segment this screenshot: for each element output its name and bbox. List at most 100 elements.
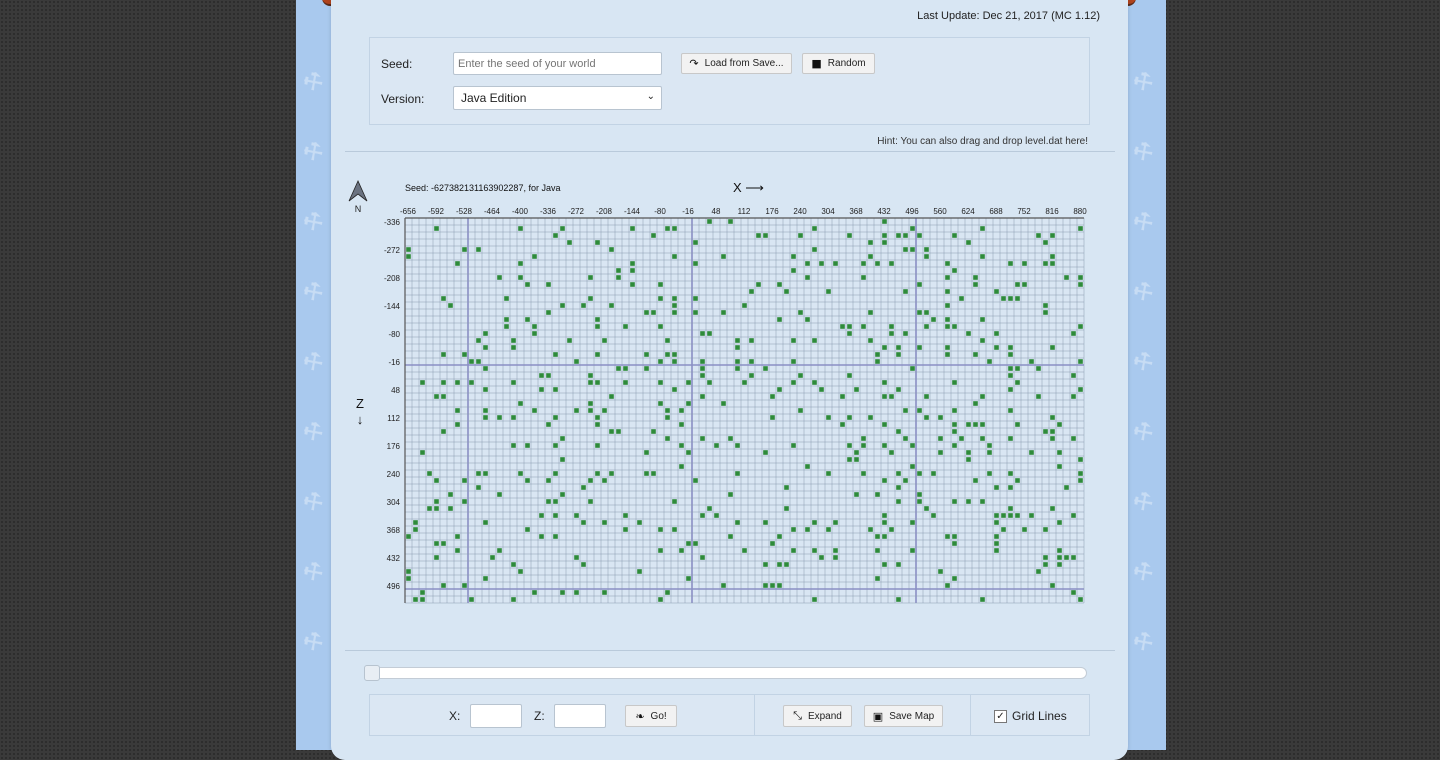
slime-chunk: [602, 478, 607, 483]
slime-chunk: [665, 436, 670, 441]
slime-chunk: [700, 359, 705, 364]
slime-chunk: [623, 366, 628, 371]
slime-chunk: [532, 331, 537, 336]
slime-chunk: [952, 499, 957, 504]
slime-chunk: [791, 338, 796, 343]
slime-chunk: [819, 261, 824, 266]
slime-chunk: [1036, 366, 1041, 371]
slime-chunk: [553, 443, 558, 448]
version-select[interactable]: Java Edition ⌄: [453, 86, 662, 110]
x-tick-label: -272: [568, 207, 585, 216]
slime-chunk: [840, 422, 845, 427]
slime-chunk: [903, 408, 908, 413]
slime-chunk: [406, 247, 411, 252]
save-map-button[interactable]: ▣ Save Map: [864, 705, 943, 727]
slime-chunk: [532, 254, 537, 259]
x-tick-label: -464: [484, 207, 501, 216]
grid-lines-checkbox[interactable]: ✓: [994, 709, 1007, 723]
slime-chunk: [1078, 387, 1083, 392]
slime-chunk: [875, 576, 880, 581]
slime-chunk: [574, 590, 579, 595]
slime-chunk: [588, 373, 593, 378]
zoom-slider-handle[interactable]: [364, 665, 380, 681]
slime-chunk: [847, 331, 852, 336]
slime-chunk: [945, 352, 950, 357]
z-tick-label: -208: [384, 274, 401, 283]
slime-chunk: [1001, 527, 1006, 532]
slime-chunk: [609, 247, 614, 252]
zoom-slider[interactable]: [370, 667, 1087, 679]
slime-chunk: [518, 471, 523, 476]
slime-chunk: [868, 254, 873, 259]
slime-chunk: [553, 513, 558, 518]
slime-chunk: [441, 394, 446, 399]
z-coord-input[interactable]: [554, 704, 606, 728]
slime-chunk: [623, 324, 628, 329]
seed-input[interactable]: [453, 52, 662, 75]
slime-chunk: [896, 233, 901, 238]
x-coord-input[interactable]: [470, 704, 522, 728]
slime-chunk: [875, 534, 880, 539]
slime-chunk: [588, 380, 593, 385]
z-tick-label: 176: [387, 442, 401, 451]
slime-chunk: [560, 436, 565, 441]
random-button[interactable]: ■ Random: [802, 53, 875, 74]
slime-chunk: [595, 324, 600, 329]
slime-chunk: [1078, 275, 1083, 280]
slime-chunk: [1029, 450, 1034, 455]
slime-chunk: [462, 352, 467, 357]
slime-chunk: [952, 443, 957, 448]
slime-chunk: [476, 485, 481, 490]
save-icon: ▣: [872, 709, 884, 723]
pickaxe-watermark-icon: ⚒: [298, 136, 330, 169]
slime-chunk: [595, 422, 600, 427]
load-from-save-button[interactable]: ↷ Load from Save...: [681, 53, 792, 74]
slime-chunk: [798, 408, 803, 413]
slime-chunk: [945, 345, 950, 350]
slime-chunk: [917, 492, 922, 497]
slime-chunk: [952, 324, 957, 329]
slime-chunk: [805, 464, 810, 469]
slime-chunk: [651, 310, 656, 315]
slime-chunk: [609, 303, 614, 308]
slime-chunk: [1050, 415, 1055, 420]
slime-chunk: [630, 226, 635, 231]
slime-chunk: [469, 597, 474, 602]
expand-button[interactable]: ⤡ Expand: [783, 705, 852, 727]
slime-chunk: [518, 226, 523, 231]
slime-chunk: [462, 583, 467, 588]
slime-chunk: [994, 534, 999, 539]
slime-chunk: [448, 506, 453, 511]
slime-chunk: [693, 261, 698, 266]
x-tick-label: 752: [1017, 207, 1031, 216]
slime-chunk: [791, 527, 796, 532]
slime-chunk: [525, 282, 530, 287]
slime-chunk: [1015, 380, 1020, 385]
divider: [754, 694, 755, 735]
pickaxe-watermark-icon: ⚒: [298, 66, 330, 99]
z-tick-label: 496: [387, 582, 401, 591]
slime-chunk: [434, 555, 439, 560]
slime-chunk: [910, 247, 915, 252]
slime-chunk: [441, 541, 446, 546]
slime-chunk: [777, 583, 782, 588]
map-background: [405, 218, 1084, 603]
slime-chunk: [812, 338, 817, 343]
slime-chunk: [861, 471, 866, 476]
slime-chunk: [749, 359, 754, 364]
pickaxe-watermark-icon: ⚒: [298, 416, 330, 449]
slime-chunk: [672, 499, 677, 504]
slime-chunk: [644, 352, 649, 357]
go-button[interactable]: ❧ Go!: [625, 705, 677, 727]
grid-lines-toggle[interactable]: ✓ Grid Lines: [994, 709, 1067, 723]
slime-chunk: [840, 394, 845, 399]
slime-chunk: [497, 275, 502, 280]
slime-chunk: [574, 408, 579, 413]
slime-chunk: [700, 555, 705, 560]
slime-chunk: [833, 548, 838, 553]
slime-chunk: [749, 338, 754, 343]
slime-chunk-map[interactable]: -656 -592 -528 -464 -400 -336 -272 -208 -144 -80 -…: [340, 170, 1100, 610]
slime-chunk: [595, 240, 600, 245]
divider: [345, 151, 1115, 152]
slime-chunk: [777, 562, 782, 567]
